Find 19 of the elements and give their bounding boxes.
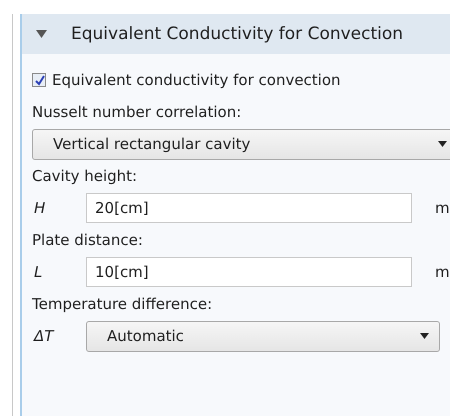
unit-label: m [435, 199, 450, 217]
field-label: Plate distance: [32, 231, 143, 249]
collapse-triangle-icon [36, 30, 47, 38]
field-label: Temperature difference: [32, 295, 212, 313]
dropdown[interactable]: Vertical rectangular cavity [32, 128, 450, 160]
input-field[interactable]: 20[cm] [86, 193, 412, 223]
field-label: Cavity height: [32, 167, 138, 185]
symbol-label: H [33, 199, 46, 217]
symbol-label: ΔT [32, 327, 56, 345]
field-label: Nusselt number correlation: [32, 103, 242, 121]
checkbox-label[interactable]: Equivalent conductivity for convection [52, 71, 341, 89]
symbol-label: L [33, 263, 44, 281]
dropdown-arrow-icon [420, 333, 429, 339]
input-field[interactable]: 10[cm] [86, 257, 412, 287]
checkbox[interactable] [32, 73, 46, 87]
unit-label: m [435, 263, 450, 281]
section-header[interactable]: Equivalent Conductivity for Convection [22, 14, 450, 54]
dropdown-arrow-icon [438, 141, 447, 147]
dropdown[interactable]: Automatic [86, 320, 440, 352]
